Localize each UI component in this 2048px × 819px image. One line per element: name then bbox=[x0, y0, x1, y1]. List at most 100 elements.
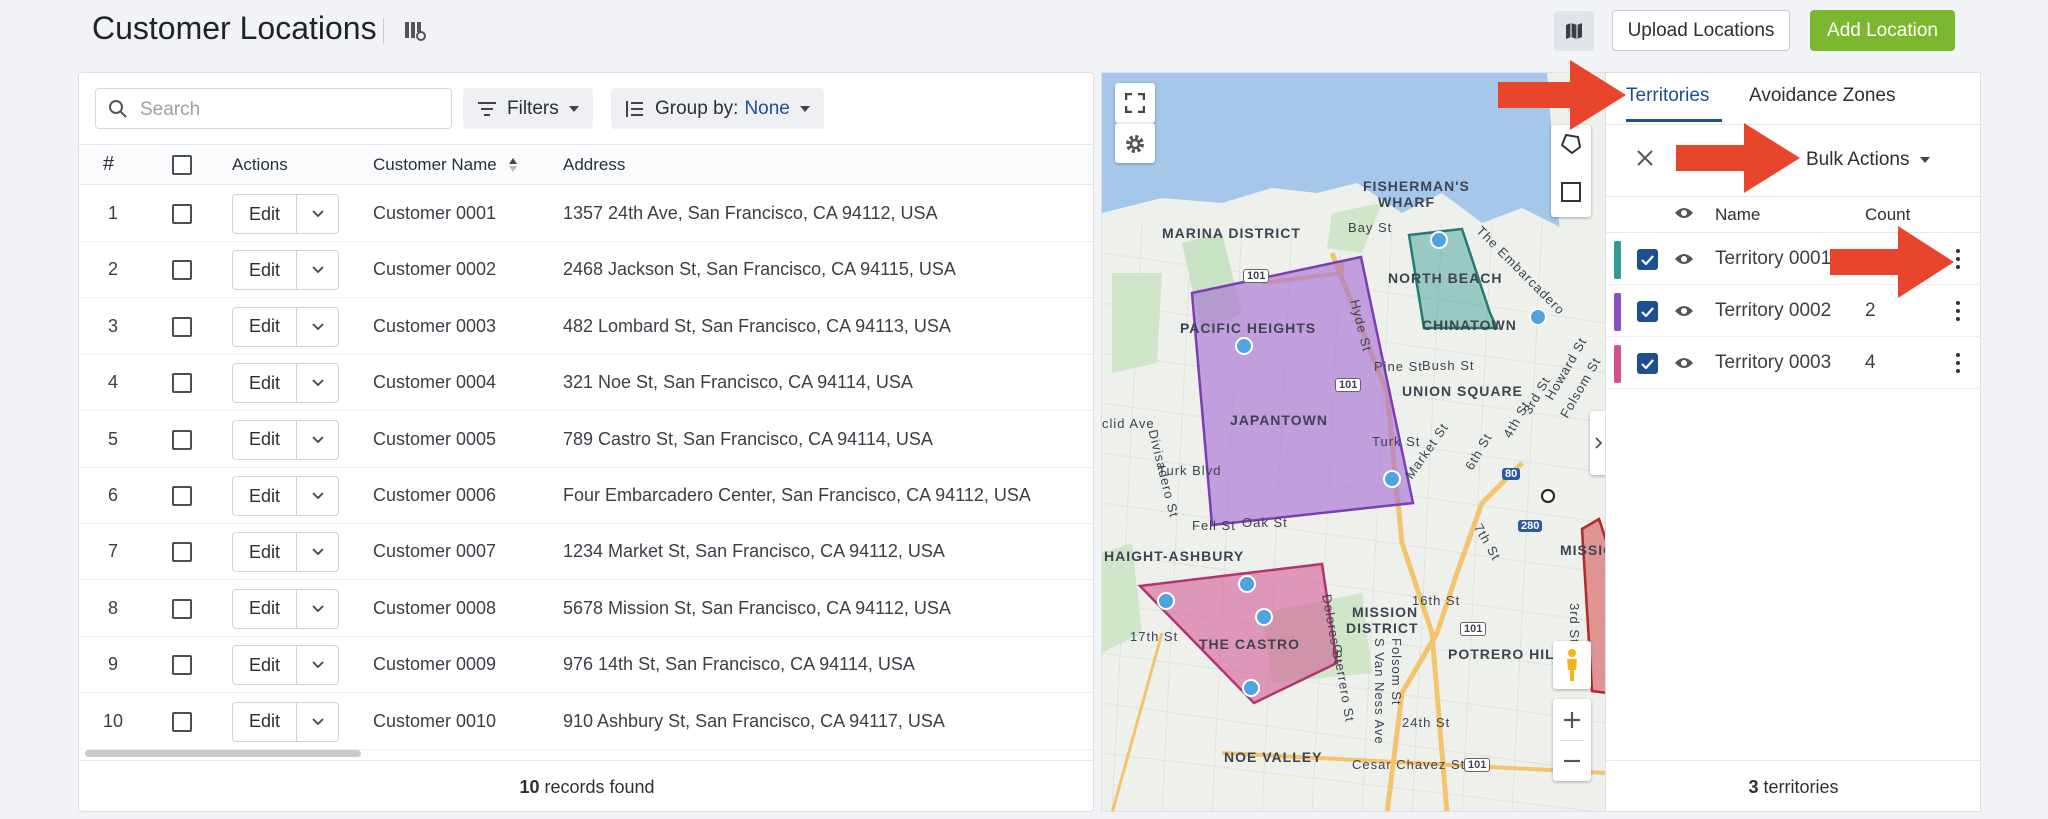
street-label: 17th St bbox=[1130, 629, 1179, 644]
collapse-sidebar-button[interactable] bbox=[1590, 411, 1605, 475]
row-actions: Edit bbox=[232, 250, 339, 291]
highway-shield: 101 bbox=[1335, 378, 1362, 392]
table-row[interactable]: 7 Edit Customer 0007 1234 Market St, San Fr… bbox=[79, 524, 1093, 581]
table-row[interactable]: 10 Edit Customer 0010 910 Ashbury St, San F… bbox=[79, 694, 1093, 750]
table-row[interactable]: 3 Edit Customer 0003 482 Lombard St, San Fr… bbox=[79, 299, 1093, 355]
row-checkbox[interactable] bbox=[172, 711, 192, 732]
row-actions-dropdown[interactable] bbox=[297, 364, 338, 402]
col-customer-name[interactable]: Customer Name bbox=[373, 155, 497, 175]
row-checkbox[interactable] bbox=[172, 373, 192, 394]
edit-button[interactable]: Edit bbox=[233, 364, 297, 403]
table-row[interactable]: 1 Edit Customer 0001 1357 24th Ave, San Fra… bbox=[79, 186, 1093, 242]
zoom-in-icon[interactable] bbox=[1563, 711, 1581, 729]
sort-icon[interactable] bbox=[509, 158, 517, 172]
bulk-actions-dropdown[interactable]: Bulk Actions bbox=[1806, 149, 1930, 171]
group-by-dropdown[interactable]: Group by: None bbox=[611, 88, 824, 129]
territory-color-swatch bbox=[1614, 293, 1621, 331]
row-checkbox[interactable] bbox=[172, 316, 192, 337]
table-row[interactable]: 4 Edit Customer 0004 321 Noe St, San Franci… bbox=[79, 355, 1093, 412]
territory-checkbox[interactable] bbox=[1637, 301, 1658, 322]
edit-button[interactable]: Edit bbox=[233, 702, 297, 741]
more-options-icon[interactable] bbox=[1956, 299, 1960, 323]
eye-icon[interactable] bbox=[1674, 356, 1694, 370]
territory-checkbox[interactable] bbox=[1637, 353, 1658, 374]
row-checkbox[interactable] bbox=[172, 260, 192, 281]
row-actions: Edit bbox=[232, 194, 339, 234]
row-number: 5 bbox=[108, 428, 119, 449]
map-view-button[interactable] bbox=[1554, 11, 1594, 51]
highway-shield: 101 bbox=[1464, 758, 1491, 772]
street-view-pegman[interactable] bbox=[1553, 641, 1591, 689]
columns-settings-icon[interactable] bbox=[404, 20, 426, 42]
row-actions-dropdown[interactable] bbox=[297, 477, 338, 515]
table-row[interactable]: 8 Edit Customer 0008 5678 Mission St, San F… bbox=[79, 581, 1093, 637]
customer-address: 1357 24th Ave, San Francisco, CA 94112, … bbox=[563, 203, 938, 223]
map-settings-button[interactable] bbox=[1115, 123, 1155, 163]
edit-button[interactable]: Edit bbox=[233, 195, 297, 233]
close-icon[interactable] bbox=[1636, 149, 1654, 167]
fullscreen-icon bbox=[1125, 93, 1145, 113]
row-actions-dropdown[interactable] bbox=[297, 703, 338, 741]
row-number: 2 bbox=[108, 259, 119, 280]
row-checkbox[interactable] bbox=[172, 429, 192, 450]
street-label: Cesar Chavez St bbox=[1352, 757, 1466, 772]
edit-button[interactable]: Edit bbox=[233, 420, 297, 459]
map-view[interactable]: FISHERMAN'S WHARF MARINA DISTRICT NORTH … bbox=[1101, 72, 1606, 812]
territory-row[interactable]: Territory 0003 4 bbox=[1606, 337, 1981, 389]
customer-address: 5678 Mission St, San Francisco, CA 94112… bbox=[563, 597, 951, 618]
add-location-button[interactable]: Add Location bbox=[1810, 10, 1955, 51]
rectangle-draw-icon[interactable] bbox=[1560, 181, 1582, 203]
row-actions-dropdown[interactable] bbox=[297, 533, 338, 571]
upload-locations-button[interactable]: Upload Locations bbox=[1612, 10, 1790, 51]
edit-button[interactable]: Edit bbox=[233, 533, 297, 572]
annotation-arrow bbox=[1830, 226, 1954, 298]
filters-button[interactable]: Filters bbox=[463, 88, 593, 129]
polygon-draw-icon[interactable] bbox=[1560, 133, 1582, 155]
row-actions: Edit bbox=[232, 645, 339, 686]
row-actions-dropdown[interactable] bbox=[297, 421, 338, 459]
table-row[interactable]: 9 Edit Customer 0009 976 14th St, San Franc… bbox=[79, 637, 1093, 694]
search-input[interactable]: Search bbox=[95, 88, 452, 129]
tab-avoidance-zones[interactable]: Avoidance Zones bbox=[1749, 85, 1895, 107]
row-actions-dropdown[interactable] bbox=[297, 646, 338, 684]
street-label: Bush St bbox=[1422, 358, 1475, 373]
row-checkbox[interactable] bbox=[172, 486, 192, 506]
table-row[interactable]: 2 Edit Customer 0002 2468 Jackson St, San F… bbox=[79, 242, 1093, 299]
territory-checkbox[interactable] bbox=[1637, 249, 1658, 270]
customer-name: Customer 0003 bbox=[373, 315, 497, 336]
edit-button[interactable]: Edit bbox=[233, 307, 297, 346]
more-options-icon[interactable] bbox=[1956, 351, 1960, 375]
row-checkbox[interactable] bbox=[172, 204, 192, 224]
edit-button[interactable]: Edit bbox=[233, 251, 297, 290]
territory-name: Territory 0002 bbox=[1715, 300, 1832, 321]
row-number: 10 bbox=[103, 710, 124, 731]
row-checkbox[interactable] bbox=[172, 598, 192, 619]
table-row[interactable]: 5 Edit Customer 0005 789 Castro St, San Fra… bbox=[79, 412, 1093, 468]
row-checkbox[interactable] bbox=[172, 542, 192, 563]
tab-territories[interactable]: Territories bbox=[1626, 85, 1709, 107]
row-checkbox[interactable] bbox=[172, 655, 192, 676]
edit-button[interactable]: Edit bbox=[233, 646, 297, 685]
select-all-checkbox[interactable] bbox=[172, 155, 192, 175]
fullscreen-button[interactable] bbox=[1115, 83, 1155, 123]
row-actions-dropdown[interactable] bbox=[297, 308, 338, 346]
eye-icon[interactable] bbox=[1674, 252, 1694, 266]
horizontal-scrollbar[interactable] bbox=[85, 750, 361, 757]
eye-icon[interactable] bbox=[1674, 304, 1694, 318]
street-label: Turk Blvd bbox=[1158, 463, 1222, 478]
row-actions-dropdown[interactable] bbox=[297, 195, 338, 233]
edit-button[interactable]: Edit bbox=[233, 477, 297, 515]
draw-tools bbox=[1551, 125, 1591, 217]
edit-button[interactable]: Edit bbox=[233, 589, 297, 628]
territory-color-swatch bbox=[1614, 345, 1621, 383]
zoom-out-icon[interactable] bbox=[1563, 752, 1581, 770]
table-row[interactable]: 6 Edit Customer 0006 Four Embarcadero Cente… bbox=[79, 468, 1093, 524]
street-label: S Van Ness Ave bbox=[1372, 638, 1387, 745]
row-actions: Edit bbox=[232, 419, 339, 460]
more-options-icon[interactable] bbox=[1956, 247, 1960, 271]
group-by-value: None bbox=[744, 97, 790, 119]
row-actions-dropdown[interactable] bbox=[297, 251, 338, 289]
map-label: WHARF bbox=[1378, 194, 1436, 210]
row-actions-dropdown[interactable] bbox=[297, 590, 338, 628]
row-actions: Edit bbox=[232, 306, 339, 347]
